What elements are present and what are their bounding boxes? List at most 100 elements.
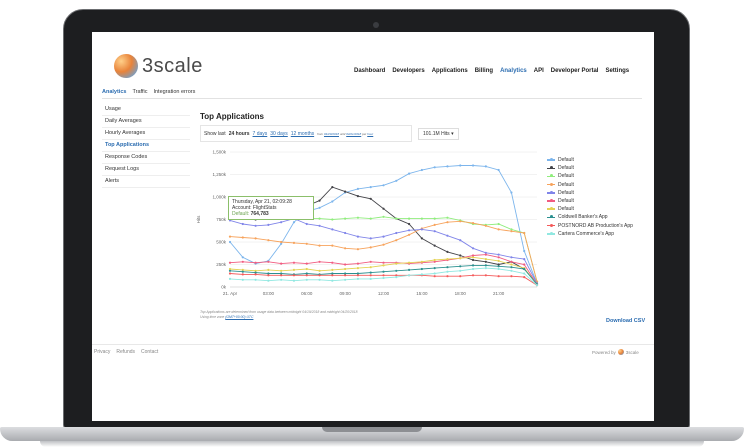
data-point[interactable] (523, 263, 526, 266)
nav-developer-portal[interactable]: Developer Portal (551, 68, 599, 74)
data-point[interactable] (420, 217, 423, 220)
data-point[interactable] (446, 258, 449, 261)
nav-billing[interactable]: Billing (475, 68, 493, 74)
data-point[interactable] (446, 266, 449, 269)
data-point[interactable] (497, 275, 500, 278)
data-point[interactable] (254, 278, 257, 281)
range-from-date[interactable]: 04/20/2018 (324, 132, 339, 136)
data-point[interactable] (459, 164, 462, 167)
data-point[interactable] (331, 261, 334, 264)
data-point[interactable] (471, 164, 475, 167)
data-point[interactable] (318, 278, 321, 281)
data-point[interactable] (305, 278, 308, 281)
data-point[interactable] (523, 249, 526, 253)
data-point[interactable] (407, 261, 411, 264)
data-point[interactable] (331, 200, 334, 203)
data-point[interactable] (254, 273, 257, 276)
data-point[interactable] (497, 168, 500, 172)
data-point[interactable] (497, 259, 500, 262)
hits-metric-select[interactable]: 101.1M Hits ▾ (418, 128, 459, 140)
data-point[interactable] (446, 250, 449, 253)
data-point[interactable] (433, 217, 436, 220)
data-point[interactable] (497, 265, 500, 268)
data-point[interactable] (523, 231, 526, 235)
data-point[interactable] (446, 275, 449, 278)
sidebar-item-hourly-averages[interactable]: Hourly Averages (102, 128, 190, 140)
data-point[interactable] (356, 195, 360, 198)
data-point[interactable] (369, 277, 372, 280)
filter-30-days[interactable]: 30 days (270, 131, 288, 137)
data-point[interactable] (484, 274, 487, 277)
footer-contact[interactable]: Contact (141, 349, 158, 355)
data-point[interactable] (382, 270, 385, 273)
legend-item[interactable]: Coldwell Banker's App (547, 213, 633, 221)
data-point[interactable] (280, 240, 283, 244)
data-point[interactable] (305, 262, 308, 265)
data-point[interactable] (228, 261, 232, 264)
data-point[interactable] (344, 274, 347, 277)
subnav-analytics[interactable]: Analytics (102, 89, 126, 95)
data-point[interactable] (382, 235, 385, 238)
data-point[interactable] (344, 217, 347, 220)
data-point[interactable] (267, 268, 270, 271)
data-point[interactable] (292, 279, 296, 282)
data-point[interactable] (318, 260, 321, 263)
data-point[interactable] (292, 241, 296, 244)
data-point[interactable] (395, 239, 398, 242)
data-point[interactable] (344, 278, 347, 281)
data-point[interactable] (471, 264, 475, 267)
data-point[interactable] (228, 272, 232, 275)
nav-api[interactable]: API (534, 68, 544, 74)
data-point[interactable] (292, 274, 296, 277)
nav-dashboard[interactable]: Dashboard (354, 68, 385, 74)
data-point[interactable] (344, 267, 347, 271)
data-point[interactable] (305, 274, 308, 277)
legend-item[interactable]: POSTNORD AB Production's App (547, 222, 633, 230)
data-point[interactable] (280, 269, 283, 272)
data-point[interactable] (318, 244, 321, 247)
data-point[interactable] (497, 256, 500, 259)
data-point[interactable] (241, 236, 244, 239)
data-point[interactable] (484, 253, 487, 256)
data-point[interactable] (446, 270, 449, 273)
data-point[interactable] (395, 276, 398, 279)
data-point[interactable] (471, 274, 475, 277)
data-point[interactable] (369, 271, 372, 274)
data-point[interactable] (318, 199, 321, 202)
data-point[interactable] (420, 168, 423, 172)
data-point[interactable] (484, 264, 487, 267)
sidebar-item-alerts[interactable]: Alerts (102, 176, 190, 188)
data-point[interactable] (446, 221, 449, 224)
data-point[interactable] (497, 267, 500, 271)
data-point[interactable] (510, 266, 513, 269)
data-point[interactable] (407, 172, 411, 175)
data-point[interactable] (356, 262, 360, 265)
data-point[interactable] (318, 224, 321, 227)
data-point[interactable] (407, 217, 411, 220)
data-point[interactable] (382, 207, 385, 210)
data-point[interactable] (407, 222, 411, 226)
data-point[interactable] (433, 258, 436, 262)
data-point[interactable] (267, 260, 270, 263)
data-point[interactable] (241, 256, 244, 259)
data-point[interactable] (395, 179, 398, 182)
data-point[interactable] (305, 267, 308, 271)
data-point[interactable] (433, 275, 436, 278)
nav-analytics[interactable]: Analytics (500, 68, 527, 74)
data-point[interactable] (369, 217, 372, 220)
data-point[interactable] (382, 264, 385, 267)
data-point[interactable] (305, 242, 308, 245)
data-point[interactable] (395, 269, 398, 272)
data-point[interactable] (407, 229, 411, 232)
filter-7-days[interactable]: 7 days (253, 131, 268, 137)
data-point[interactable] (420, 273, 423, 276)
data-point[interactable] (356, 187, 360, 190)
data-point[interactable] (523, 258, 526, 261)
data-point[interactable] (254, 237, 257, 240)
data-point[interactable] (471, 258, 475, 262)
nav-applications[interactable]: Applications (432, 68, 468, 74)
data-point[interactable] (292, 268, 296, 271)
footer-refunds[interactable]: Refunds (116, 349, 135, 355)
data-point[interactable] (267, 239, 270, 242)
nav-settings[interactable]: Settings (605, 68, 629, 74)
